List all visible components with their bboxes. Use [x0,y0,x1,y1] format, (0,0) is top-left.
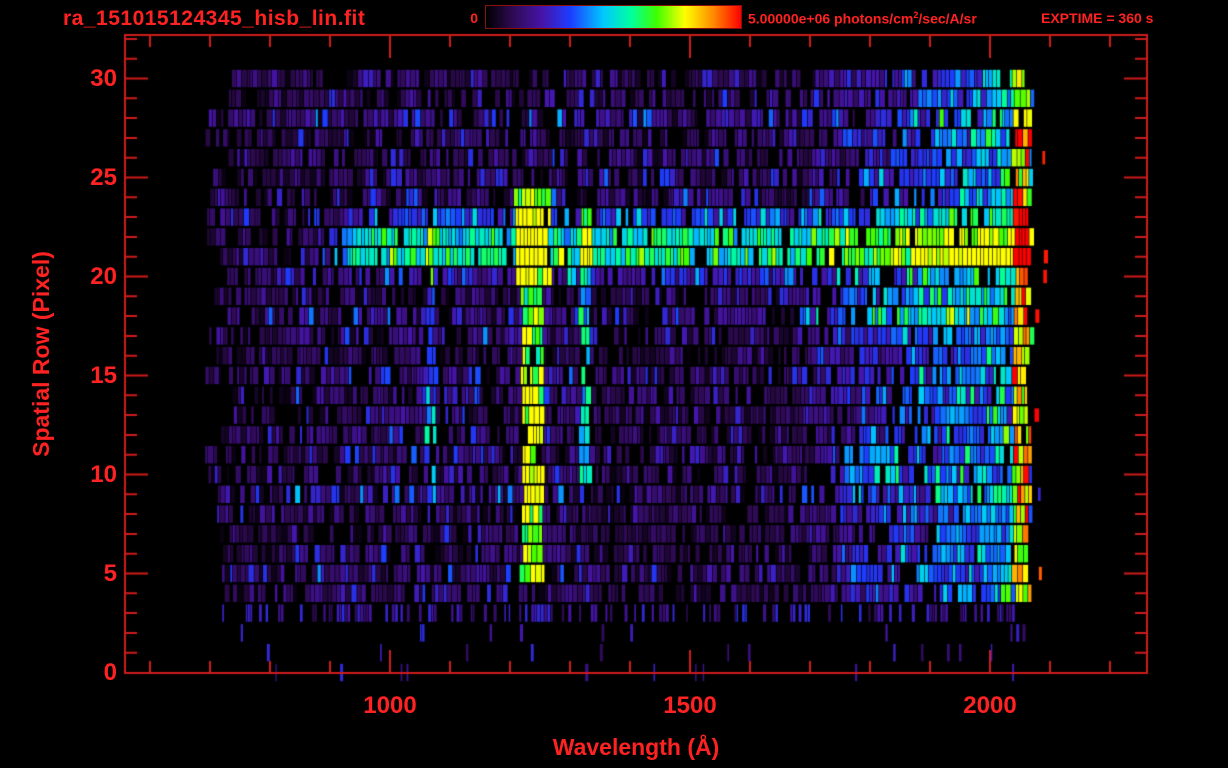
fits-spectrogram-viewer: ra_151015124345_hisb_lin.fit 0 5.00000e+… [0,0,1228,768]
x-tick-label: 2000 [963,692,1017,719]
exptime-label: EXPTIME = 360 s [1041,10,1154,26]
colorbar-min-label: 0 [470,10,478,26]
y-tick-label: 20 [90,262,117,290]
x-tick-label: 1000 [363,692,417,719]
y-tick-label: 0 [103,658,117,686]
y-axis-title: Spatial Row (Pixel) [28,251,54,457]
y-tick-label: 30 [90,64,117,92]
spectrogram-heatmap-canvas [0,0,1228,768]
x-tick-label: 1500 [663,692,717,719]
x-axis-title: Wavelength (Å) [552,734,720,760]
y-tick-label: 15 [90,361,117,389]
y-tick-label: 5 [103,559,117,587]
file-title: ra_151015124345_hisb_lin.fit [63,7,366,30]
y-tick-label: 25 [90,163,117,191]
colorbar-max-value-units: 5.00000e+06 photons/cm [748,10,914,27]
colorbar-gradient [485,5,742,29]
colorbar-max-units-rest: /sec/A/sr [918,10,977,27]
colorbar-max-label: 5.00000e+06 photons/cm2/sec/A/sr [748,10,977,27]
y-tick-label: 10 [90,460,117,488]
